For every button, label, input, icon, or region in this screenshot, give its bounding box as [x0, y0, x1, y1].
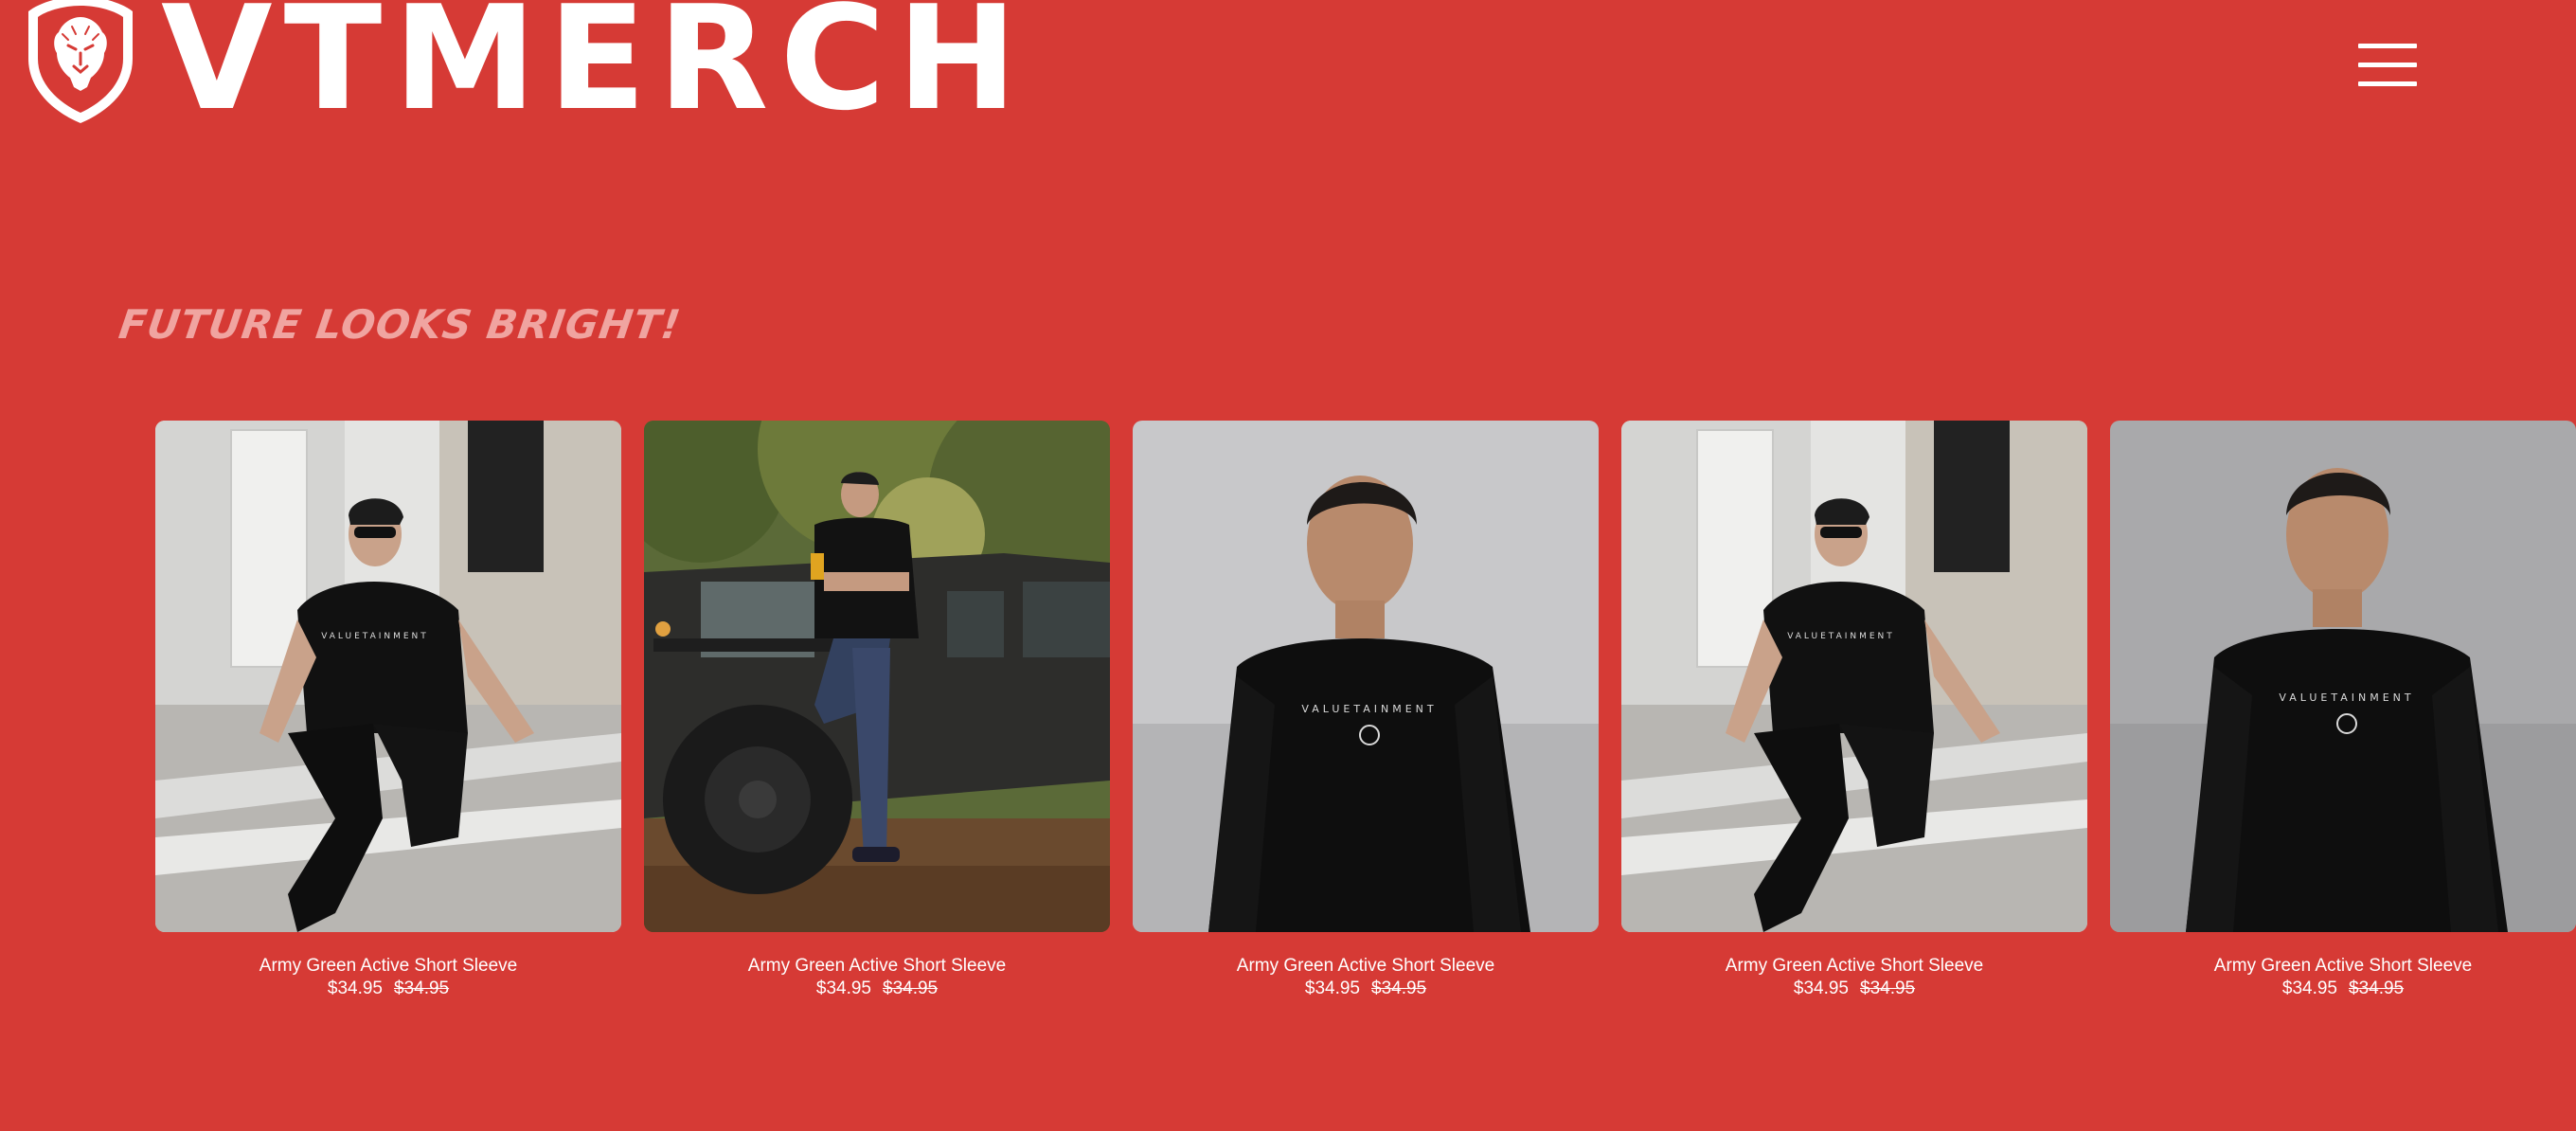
menu-bar: [2358, 63, 2417, 67]
product-compare-price: $34.95: [2349, 978, 2405, 998]
product-name[interactable]: Army Green Active Short Sleeve: [2110, 955, 2576, 978]
product-compare-price: $34.95: [394, 978, 450, 998]
man-leaning-on-truck-photo: [644, 421, 1110, 932]
svg-text:VALUETAINMENT: VALUETAINMENT: [1787, 632, 1895, 641]
menu-bar: [2358, 81, 2417, 86]
man-long-sleeve-photo: VALUETAINMENT: [2110, 421, 2576, 932]
product-price: $34.95: [327, 978, 383, 998]
product-card[interactable]: VALUETAINMENT Army Green Active Short Sl…: [1621, 421, 2087, 1000]
hamburger-menu-icon[interactable]: [2358, 40, 2423, 89]
product-name[interactable]: Army Green Active Short Sleeve: [1621, 955, 2087, 978]
product-prices: $34.95 $34.95: [644, 978, 1110, 1000]
product-carousel[interactable]: VALUETAINMENT Army Green Active Short Sl…: [155, 421, 2576, 1008]
product-compare-price: $34.95: [1371, 978, 1427, 998]
lion-shield-logo[interactable]: [25, 0, 136, 127]
product-photo[interactable]: VALUETAINMENT: [2110, 421, 2576, 932]
product-photo[interactable]: VALUETAINMENT: [1621, 421, 2087, 932]
man-seated-on-steps-photo: VALUETAINMENT: [155, 421, 621, 932]
product-prices: $34.95 $34.95: [1133, 978, 1599, 1000]
man-long-sleeve-photo: VALUETAINMENT: [1133, 421, 1599, 932]
section-tagline: FUTURE LOOKS BRIGHT!: [116, 301, 685, 348]
product-card[interactable]: Army Green Active Short Sleeve $34.95 $34…: [644, 421, 1110, 1000]
product-compare-price: $34.95: [1860, 978, 1916, 998]
product-name[interactable]: Army Green Active Short Sleeve: [644, 955, 1110, 978]
svg-text:VALUETAINMENT: VALUETAINMENT: [1301, 703, 1437, 715]
svg-text:VALUETAINMENT: VALUETAINMENT: [321, 632, 429, 641]
product-photo[interactable]: [644, 421, 1110, 932]
product-prices: $34.95 $34.95: [1621, 978, 2087, 1000]
product-name[interactable]: Army Green Active Short Sleeve: [1133, 955, 1599, 978]
product-photo[interactable]: VALUETAINMENT: [155, 421, 621, 932]
svg-text:VALUETAINMENT: VALUETAINMENT: [2279, 691, 2414, 704]
product-prices: $34.95 $34.95: [155, 978, 621, 1000]
product-price: $34.95: [1304, 978, 1360, 998]
product-price: $34.95: [1793, 978, 1849, 998]
product-name[interactable]: Army Green Active Short Sleeve: [155, 955, 621, 978]
product-price: $34.95: [815, 978, 871, 998]
product-card[interactable]: VALUETAINMENT Army Green Active Short Sl…: [155, 421, 621, 1000]
product-card[interactable]: VALUETAINMENT Army Green Active Short Sl…: [1133, 421, 1599, 1000]
product-compare-price: $34.95: [883, 978, 939, 998]
product-card[interactable]: VALUETAINMENT Army Green Active Short Sl…: [2110, 421, 2576, 1000]
brand-wordmark[interactable]: VTMERCH: [161, 0, 1029, 135]
product-prices: $34.95 $34.95: [2110, 978, 2576, 1000]
man-seated-on-steps-photo: VALUETAINMENT: [1621, 421, 2087, 932]
product-price: $34.95: [2281, 978, 2337, 998]
menu-bar: [2358, 44, 2417, 48]
product-photo[interactable]: VALUETAINMENT: [1133, 421, 1599, 932]
